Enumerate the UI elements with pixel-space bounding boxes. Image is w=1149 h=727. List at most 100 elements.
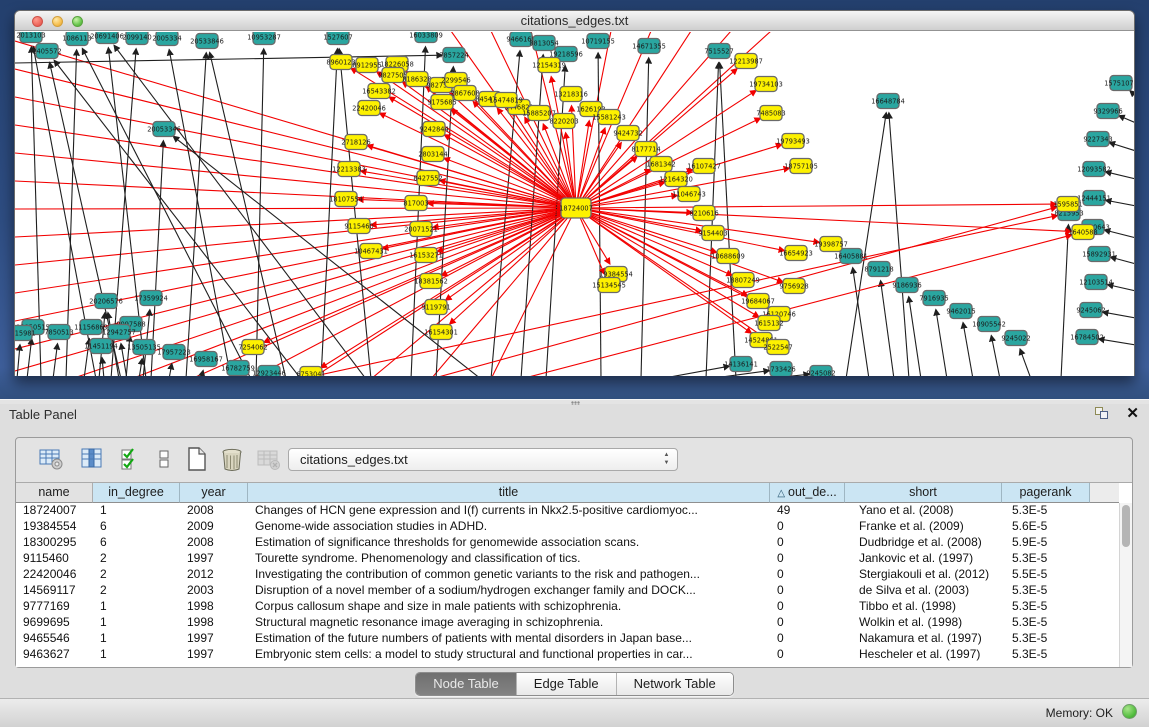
cell-out_degree[interactable]: 0 [770, 615, 845, 631]
graph-node[interactable]: 16654923 [779, 246, 813, 261]
network-canvas[interactable]: 2013103240557210861132069140620991402005… [15, 32, 1134, 376]
graph-hub-node[interactable]: 18724007 [559, 198, 593, 218]
table-row[interactable]: 1872400712008Changes of HCN gene express… [16, 503, 1090, 519]
graph-node[interactable]: 1086113 [62, 32, 91, 46]
cell-name[interactable]: 9777169 [16, 599, 93, 615]
cell-in_degree[interactable]: 2 [93, 583, 180, 599]
graph-node[interactable]: 19734103 [749, 77, 783, 92]
cell-out_degree[interactable]: 49 [770, 503, 845, 519]
cell-name[interactable]: 9699695 [16, 615, 93, 631]
column-header-in_degree[interactable]: in_degree [93, 483, 180, 503]
cell-out_degree[interactable]: 0 [770, 647, 845, 663]
cell-year[interactable]: 2009 [180, 519, 248, 535]
graph-node[interactable]: 19793493 [776, 134, 810, 149]
tab-edge-table[interactable]: Edge Table [516, 673, 616, 695]
network-window-titlebar[interactable]: citations_edges.txt [15, 11, 1134, 31]
graph-node[interactable]: 8960123 [326, 55, 355, 70]
graph-node[interactable]: 16784502 [1070, 330, 1104, 345]
graph-node[interactable]: 8427552 [413, 171, 442, 186]
graph-node[interactable]: 1681342 [646, 157, 675, 172]
graph-node[interactable]: 13505135 [127, 340, 161, 355]
cell-title[interactable]: Investigating the contribution of common… [248, 567, 770, 583]
cell-name[interactable]: 9465546 [16, 631, 93, 647]
table-settings-button[interactable] [38, 446, 64, 472]
graph-node[interactable]: 7515527 [704, 44, 733, 59]
cell-pagerank[interactable]: 5.3E-5 [1002, 503, 1090, 519]
cell-name[interactable]: 9463627 [16, 647, 93, 663]
graph-node[interactable]: 8791218 [864, 262, 893, 277]
cell-name[interactable]: 18300295 [16, 535, 93, 551]
graph-node[interactable]: 1595851 [1053, 197, 1082, 212]
graph-node[interactable]: 7857224 [439, 48, 468, 63]
graph-node[interactable]: 817003 [403, 196, 428, 211]
graph-node[interactable]: 17359924 [134, 291, 168, 306]
cell-out_degree[interactable]: 0 [770, 583, 845, 599]
cell-pagerank[interactable]: 5.9E-5 [1002, 535, 1090, 551]
graph-node[interactable]: 9329966 [1093, 104, 1122, 119]
graph-node[interactable]: 16543382 [362, 84, 396, 99]
cell-out_degree[interactable]: 0 [770, 519, 845, 535]
graph-node[interactable]: 9227343 [1083, 132, 1112, 147]
cell-pagerank[interactable]: 5.3E-5 [1002, 615, 1090, 631]
table-row[interactable]: 1938455462009Genome-wide association stu… [16, 519, 1090, 535]
graph-node[interactable]: 9154403 [698, 226, 727, 241]
graph-node[interactable]: 1733426 [766, 362, 795, 377]
cell-year[interactable]: 2012 [180, 567, 248, 583]
float-panel-icon[interactable] [1095, 407, 1111, 421]
cell-title[interactable]: Estimation of the future numbers of pati… [248, 631, 770, 647]
table-row[interactable]: 946554611997Estimation of the future num… [16, 631, 1090, 647]
column-header-short[interactable]: short [845, 483, 1002, 503]
cell-in_degree[interactable]: 2 [93, 551, 180, 567]
cell-title[interactable]: Corpus callosum shape and size in male p… [248, 599, 770, 615]
cell-short[interactable]: Dudbridge et al. (2008) [845, 535, 1002, 551]
column-header-pagerank[interactable]: pagerank [1002, 483, 1090, 503]
graph-node[interactable]: 7254062 [238, 340, 267, 355]
cell-in_degree[interactable]: 1 [93, 615, 180, 631]
graph-node[interactable]: 2005334 [152, 32, 181, 46]
cell-in_degree[interactable]: 6 [93, 535, 180, 551]
column-header-name[interactable]: name [16, 483, 93, 503]
cell-pagerank[interactable]: 5.3E-5 [1002, 551, 1090, 567]
graph-node[interactable]: 15892931 [1082, 247, 1116, 262]
graph-node[interactable]: 2803144 [418, 147, 447, 162]
cell-pagerank[interactable]: 5.3E-5 [1002, 647, 1090, 663]
cell-name[interactable]: 14569117 [16, 583, 93, 599]
cell-year[interactable]: 2003 [180, 583, 248, 599]
graph-node[interactable]: 9242844 [419, 122, 448, 137]
graph-node[interactable]: 20533846 [190, 34, 224, 49]
cell-pagerank[interactable]: 5.5E-5 [1002, 567, 1090, 583]
graph-node[interactable]: 7916935 [919, 291, 948, 306]
cell-in_degree[interactable]: 1 [93, 647, 180, 663]
cell-out_degree[interactable]: 0 [770, 599, 845, 615]
cell-short[interactable]: Stergiakouli et al. (2012) [845, 567, 1002, 583]
graph-node[interactable]: 9175685 [427, 95, 456, 110]
graph-node[interactable]: 2718126 [341, 135, 370, 150]
graph-node[interactable]: 9245082 [806, 366, 835, 377]
graph-node[interactable]: 6753041 [296, 367, 325, 377]
cell-in_degree[interactable]: 1 [93, 599, 180, 615]
graph-node[interactable]: 2405572 [32, 44, 61, 59]
cell-title[interactable]: Disruption of a novel member of a sodium… [248, 583, 770, 599]
cell-year[interactable]: 2008 [180, 503, 248, 519]
graph-node[interactable]: 18107554 [329, 192, 363, 207]
column-header-out_degree[interactable]: △out_de... [770, 483, 845, 503]
cell-year[interactable]: 1997 [180, 631, 248, 647]
cell-short[interactable]: Hescheler et al. (1997) [845, 647, 1002, 663]
cell-in_degree[interactable]: 6 [93, 519, 180, 535]
cell-out_degree[interactable]: 0 [770, 567, 845, 583]
graph-node[interactable]: 9186936 [892, 278, 921, 293]
cell-title[interactable]: Embryonic stem cells: a model to study s… [248, 647, 770, 663]
column-header-title[interactable]: title [248, 483, 770, 503]
cell-out_degree[interactable]: 0 [770, 535, 845, 551]
cell-year[interactable]: 1997 [180, 647, 248, 663]
cell-title[interactable]: Tourette syndrome. Phenomenology and cla… [248, 551, 770, 567]
graph-node[interactable]: 10905542 [972, 317, 1006, 332]
cell-pagerank[interactable]: 5.3E-5 [1002, 631, 1090, 647]
show-columns-button[interactable] [79, 446, 105, 472]
cell-out_degree[interactable]: 0 [770, 551, 845, 567]
graph-node[interactable]: 9756928 [779, 279, 808, 294]
cell-name[interactable]: 9115460 [16, 551, 93, 567]
cell-in_degree[interactable]: 1 [93, 631, 180, 647]
cell-name[interactable]: 19384554 [16, 519, 93, 535]
graph-node[interactable]: 16033809 [409, 32, 443, 43]
